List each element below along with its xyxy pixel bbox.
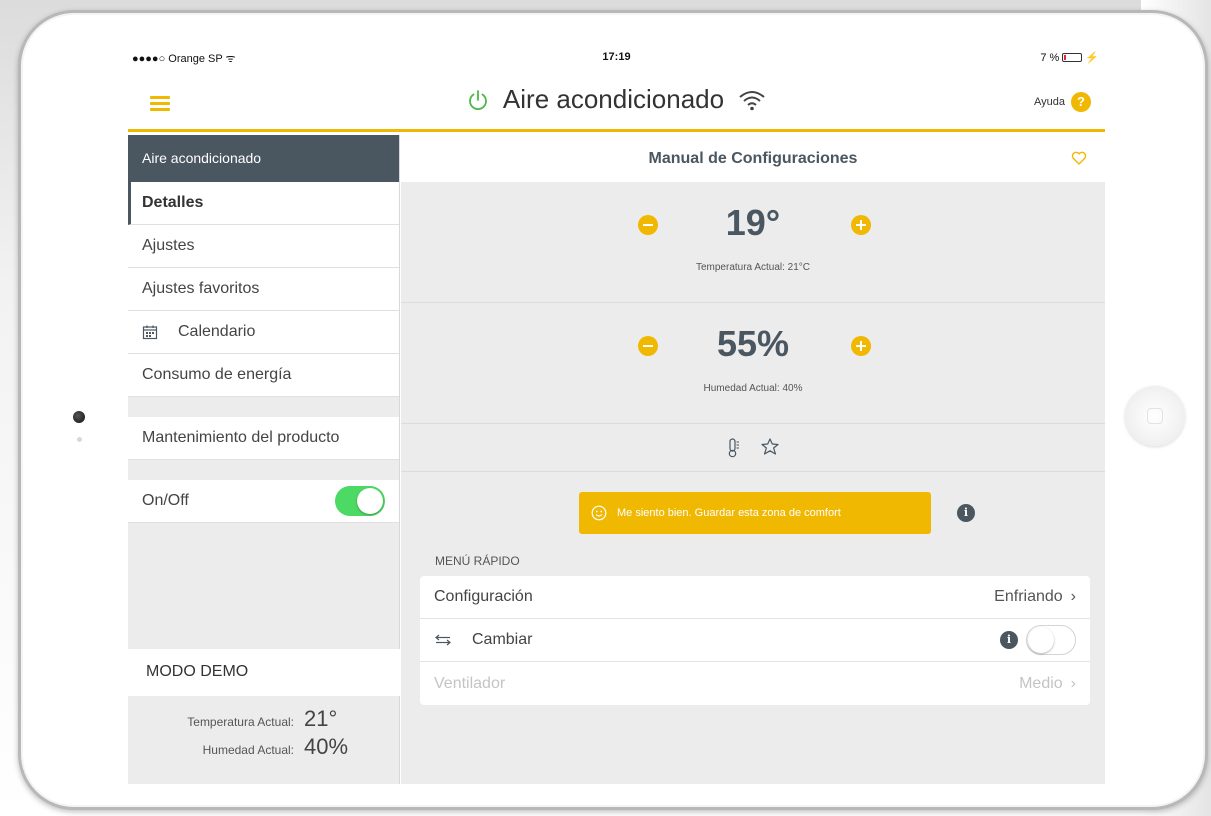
- current-humidity: Humedad Actual: 40%: [703, 383, 803, 394]
- info-icon[interactable]: i: [1000, 631, 1018, 649]
- sidebar-item-label: Ajustes favoritos: [142, 280, 260, 297]
- app-screen: ●●●●○ Orange SP ᯤ 17:19 7 % ⚡ Aire acond…: [128, 46, 1105, 784]
- humidity-control: 55% Humedad Actual: 40%: [401, 303, 1105, 424]
- main-panel: Manual de Configuraciones 19° Temperatur…: [401, 135, 1105, 784]
- temperature-control: 19° Temperatura Actual: 21°C: [401, 182, 1105, 303]
- sidebar-spacer: [128, 397, 399, 417]
- save-comfort-button[interactable]: Me siento bien. Guardar esta zona de com…: [579, 492, 931, 534]
- quick-item-cambiar: Cambiar i: [420, 619, 1090, 662]
- sidebar: Aire acondicionado Detalles Ajustes Ajus…: [128, 135, 400, 784]
- config-value: Enfriando: [994, 588, 1063, 605]
- title-text: Aire acondicionado: [502, 84, 725, 114]
- quick-menu-label: MENÚ RÁPIDO: [435, 554, 520, 568]
- sidebar-item-calendario[interactable]: Calendario: [128, 311, 399, 354]
- sidebar-item-mantenimiento[interactable]: Mantenimiento del producto: [128, 417, 399, 460]
- quick-item-ventilador[interactable]: Ventilador Medio ›: [420, 662, 1090, 705]
- home-button[interactable]: [1125, 386, 1185, 446]
- onoff-label: On/Off: [142, 492, 189, 509]
- demo-humidity-row: Humedad Actual: 40%: [128, 734, 400, 762]
- mode-icons-row: [401, 424, 1105, 472]
- info-icon[interactable]: i: [957, 504, 975, 522]
- demo-mode-label: MODO DEMO: [128, 649, 400, 696]
- power-icon[interactable]: [467, 89, 489, 111]
- switch-left-group: Cambiar: [434, 631, 532, 649]
- demo-temp-value: 21°: [304, 706, 338, 731]
- config-label: Configuración: [434, 588, 533, 605]
- page-title: Aire acondicionado: [128, 84, 1105, 115]
- sidebar-item-label: Calendario: [178, 323, 256, 340]
- battery-percent: 7 %: [1040, 51, 1060, 64]
- fan-value-group: Medio ›: [1019, 675, 1076, 693]
- sidebar-header: Aire acondicionado: [128, 135, 399, 182]
- battery-indicator: 7 % ⚡: [1040, 51, 1099, 65]
- quick-menu-list: Configuración Enfriando › Cambiar i Vent…: [420, 576, 1090, 705]
- sidebar-spacer: [128, 460, 399, 480]
- demo-values: Temperatura Actual: 21° Humedad Actual: …: [128, 706, 400, 762]
- demo-hum-label: Humedad Actual:: [202, 743, 294, 757]
- main-header-title: Manual de Configuraciones: [648, 150, 858, 167]
- status-bar: ●●●●○ Orange SP ᯤ 17:19 7 % ⚡: [128, 46, 1105, 70]
- temperature-setpoint: 19°: [725, 202, 781, 243]
- quick-item-configuracion[interactable]: Configuración Enfriando ›: [420, 576, 1090, 619]
- save-comfort-label: Me siento bien. Guardar esta zona de com…: [617, 507, 841, 519]
- front-camera: [73, 411, 85, 423]
- chevron-right-icon: ›: [1070, 674, 1076, 692]
- battery-icon: [1062, 53, 1083, 62]
- humidity-setpoint: 55%: [716, 323, 790, 364]
- demo-hum-value: 40%: [304, 734, 349, 759]
- temperature-increase-button[interactable]: [851, 215, 871, 235]
- calendar-icon: [142, 325, 158, 340]
- chevron-right-icon: ›: [1070, 588, 1076, 605]
- wifi-icon: [739, 90, 765, 110]
- switch-right-group: i: [1000, 625, 1076, 655]
- fan-label: Ventilador: [434, 674, 506, 692]
- current-temperature: Temperatura Actual: 21°C: [695, 262, 811, 273]
- charging-icon: ⚡: [1085, 52, 1099, 64]
- home-square-icon: [1147, 408, 1163, 424]
- swap-arrows-icon: [435, 634, 451, 646]
- onoff-row: On/Off: [128, 480, 399, 523]
- sidebar-item-consumo[interactable]: Consumo de energía: [128, 354, 399, 397]
- switch-label: Cambiar: [472, 631, 533, 648]
- humidity-increase-button[interactable]: [851, 336, 871, 356]
- thermometer-icon[interactable]: [726, 437, 740, 458]
- sidebar-item-ajustes-favoritos[interactable]: Ajustes favoritos: [128, 268, 399, 311]
- demo-temp-label: Temperatura Actual:: [187, 715, 294, 729]
- comfort-row: Me siento bien. Guardar esta zona de com…: [401, 472, 1105, 544]
- sensor-dot: [77, 437, 82, 442]
- onoff-toggle[interactable]: [335, 486, 385, 516]
- help-button[interactable]: Ayuda ?: [1034, 92, 1091, 112]
- nav-bar: Aire acondicionado Ayuda ?: [128, 70, 1105, 132]
- smile-icon: [591, 505, 607, 521]
- help-icon: ?: [1071, 92, 1091, 112]
- sidebar-item-detalles[interactable]: Detalles: [128, 182, 399, 225]
- help-label: Ayuda: [1034, 96, 1065, 108]
- sidebar-item-label: Consumo de energía: [142, 366, 292, 383]
- main-header: Manual de Configuraciones: [401, 135, 1105, 182]
- sidebar-item-label: Mantenimiento del producto: [142, 429, 340, 446]
- heart-icon[interactable]: [1071, 150, 1087, 166]
- demo-temperature-row: Temperatura Actual: 21°: [128, 706, 400, 734]
- sidebar-item-label: Detalles: [142, 194, 204, 211]
- sidebar-item-ajustes[interactable]: Ajustes: [128, 225, 399, 268]
- clock: 17:19: [602, 51, 631, 63]
- fan-value: Medio: [1019, 674, 1063, 692]
- snowflake-icon[interactable]: [760, 437, 780, 458]
- config-value-group: Enfriando ›: [994, 588, 1076, 606]
- cambiar-toggle[interactable]: [1026, 625, 1076, 655]
- sidebar-item-label: Ajustes: [142, 237, 195, 254]
